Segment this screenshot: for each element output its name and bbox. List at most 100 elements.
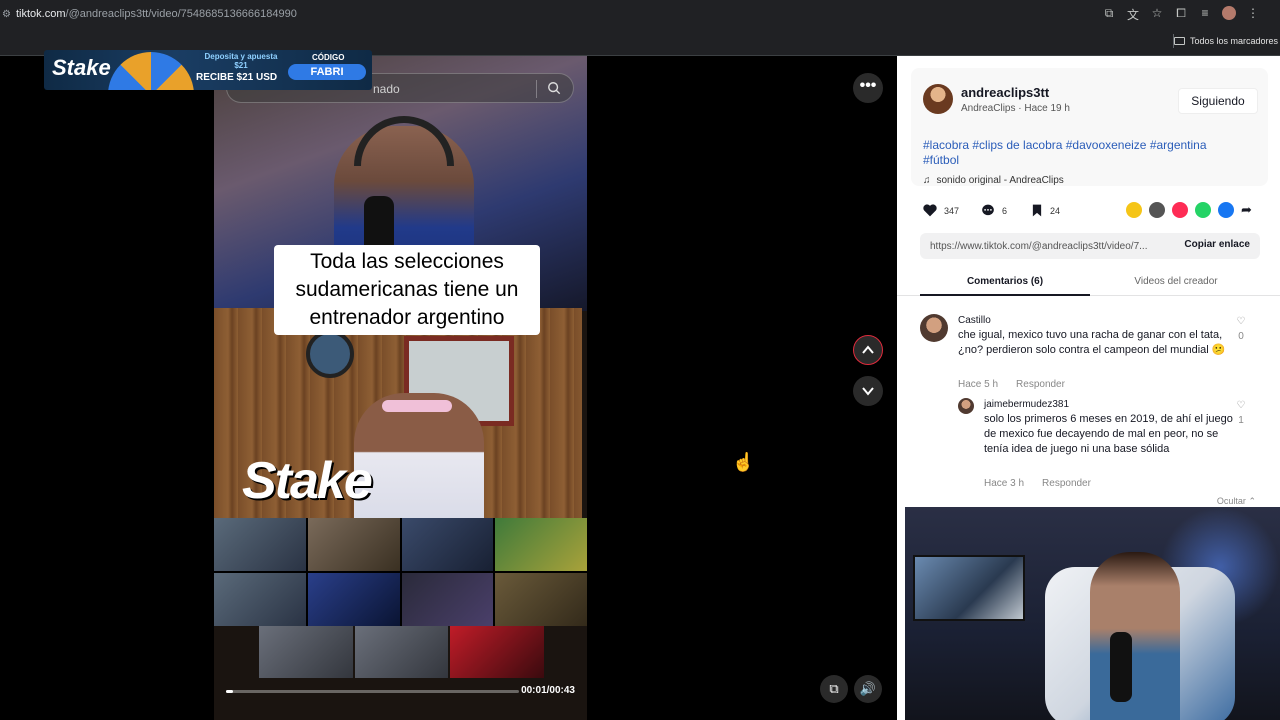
send-icon[interactable] <box>1172 202 1188 218</box>
video-description[interactable]: #lacobra #clips de lacobra #davooxeneize… <box>923 138 1223 168</box>
grid-tile <box>214 518 306 571</box>
extensions-icon[interactable]: ⧠ <box>1174 6 1188 23</box>
ellipsis-icon: ••• <box>859 77 877 94</box>
like-action[interactable]: 347 <box>923 204 959 217</box>
search-divider <box>536 80 537 98</box>
comment-footer: Hace 5 h Responder <box>958 377 1065 392</box>
url-text[interactable]: tiktok.com/@andreaclips3tt/video/7548685… <box>16 8 297 20</box>
ad-bonus-text: RECIBE $21 USD <box>196 72 278 83</box>
reply-avatar[interactable] <box>958 398 974 414</box>
next-video-button[interactable] <box>853 376 883 406</box>
creator-avatar[interactable] <box>923 84 953 114</box>
reply-like[interactable]: ♡ 1 <box>1234 398 1248 428</box>
progress-fill <box>226 690 233 693</box>
webcam-poster <box>913 555 1025 621</box>
more-options-button[interactable]: ••• <box>853 73 883 103</box>
repost-icon[interactable] <box>1126 202 1142 218</box>
reading-list-icon[interactable]: ≡ <box>1198 6 1212 23</box>
comment-heart-icon: ♡ <box>1236 316 1246 327</box>
video-player[interactable]: Toda las selecciones sudamericanas tiene… <box>214 56 587 720</box>
comment-icon <box>982 204 994 216</box>
ad-code: FABRI <box>288 64 366 80</box>
url-host: tiktok.com <box>16 8 66 20</box>
facebook-icon[interactable] <box>1218 202 1234 218</box>
webcam-overlay <box>905 507 1280 720</box>
tab-creator-videos[interactable]: Videos del creador <box>1091 276 1261 287</box>
translate-icon[interactable]: 文 <box>1126 6 1140 23</box>
headset-shape <box>354 116 454 166</box>
grid-tile <box>307 518 400 571</box>
bookmark-star-icon[interactable]: ☆ <box>1150 6 1164 23</box>
sound-label: sonido original - AndreaClips <box>936 175 1064 186</box>
save-action[interactable]: 24 <box>1031 204 1060 217</box>
wall-clock <box>306 330 354 378</box>
volume-button[interactable]: 🔊 <box>854 675 882 703</box>
creator-card: andreaclips3tt AndreaClips · Hace 19 h S… <box>911 68 1268 186</box>
music-note-icon: ♫ <box>923 175 931 186</box>
address-bar[interactable]: ⚙ tiktok.com/@andreaclips3tt/video/75486… <box>0 0 1280 28</box>
engagement-bar: 347 6 24 ➦ <box>923 202 1257 222</box>
video-caption: Toda las selecciones sudamericanas tiene… <box>274 245 540 335</box>
headband-shape <box>382 400 452 412</box>
reply-time: Hace 3 h <box>984 478 1025 489</box>
stake-ad-banner[interactable]: Stake Deposita y apuesta $21 RECIBE $21 … <box>44 50 372 90</box>
comment-action[interactable]: 6 <box>981 204 1007 217</box>
hide-label: Ocultar <box>1216 496 1246 506</box>
grid-tile <box>354 626 449 678</box>
ad-code-label: CÓDIGO <box>312 53 345 62</box>
streamer-grid-bottom <box>259 626 545 678</box>
webcam-microphone <box>1110 632 1132 702</box>
floating-player-button[interactable]: ⧉ <box>820 675 848 703</box>
comment-like-count: 0 <box>1238 331 1244 342</box>
embed-icon[interactable] <box>1149 202 1165 218</box>
webcam-streamer <box>1090 552 1180 720</box>
reply-username[interactable]: jaimebermudez381 <box>984 397 1069 412</box>
sound-link[interactable]: ♫ sonido original - AndreaClips <box>923 175 1064 186</box>
reply-text: solo los primeros 6 meses en 2019, de ah… <box>984 413 1233 455</box>
video-progress: 00:01/00:43 <box>214 676 587 704</box>
reply-item: jaimebermudez381 solo los primeros 6 mes… <box>958 397 1260 491</box>
hand-cursor-icon: ☝ <box>732 452 755 472</box>
reply-like-count: 1 <box>1238 415 1244 426</box>
tab-comments[interactable]: Comentarios (6) <box>920 276 1090 296</box>
chevron-down-icon <box>862 387 874 396</box>
comment-avatar[interactable] <box>920 314 948 342</box>
search-input[interactable]: nado <box>373 82 400 96</box>
reply-reply-button[interactable]: Responder <box>1042 476 1091 491</box>
chevron-up-small-icon: ⌃ <box>1248 496 1256 506</box>
all-bookmarks-button[interactable]: Todos los marcadores <box>1173 36 1278 46</box>
grid-tile <box>495 573 587 626</box>
browser-menu-icon[interactable]: ⋮ <box>1246 6 1260 23</box>
whatsapp-icon[interactable] <box>1195 202 1211 218</box>
comment-text: che igual, mexico tuvo una racha de gana… <box>958 329 1226 356</box>
search-icon[interactable] <box>547 81 561 95</box>
following-button[interactable]: Siguiendo <box>1178 88 1258 114</box>
video-time: 00:01/00:43 <box>521 685 575 696</box>
video-link-url[interactable]: https://www.tiktok.com/@andreaclips3tt/v… <box>930 241 1147 252</box>
streamer-grid <box>214 518 587 626</box>
creator-username[interactable]: andreaclips3tt <box>961 85 1049 100</box>
reply-button[interactable]: Responder <box>1016 377 1065 392</box>
install-app-icon[interactable]: ⧉ <box>1102 6 1116 23</box>
folder-icon <box>1173 37 1185 45</box>
video-stage: Toda las selecciones sudamericanas tiene… <box>0 50 897 720</box>
comment-username[interactable]: Castillo <box>958 313 991 328</box>
previous-video-button[interactable] <box>853 335 883 365</box>
speaker-icon: 🔊 <box>859 681 877 696</box>
grid-tile <box>214 573 306 626</box>
heart-icon <box>923 204 937 217</box>
grid-tile <box>401 573 494 626</box>
reply-footer: Hace 3 h Responder <box>984 476 1091 491</box>
comment-like[interactable]: ♡ 0 <box>1234 314 1248 344</box>
second-streamer-figure <box>354 393 484 523</box>
grid-tile <box>259 626 353 678</box>
ad-deposit-text: Deposita y apuesta $21 <box>204 52 278 70</box>
copy-link-button[interactable]: Copiar enlace <box>1184 239 1250 250</box>
hide-replies-button[interactable]: Ocultar ⌃ <box>1217 496 1256 507</box>
profile-avatar[interactable] <box>1222 6 1236 20</box>
progress-track[interactable] <box>226 690 519 693</box>
ad-brand: Stake <box>52 55 111 80</box>
url-path: /@andreaclips3tt/video/75486851366661849… <box>65 8 297 20</box>
share-arrow-icon[interactable]: ➦ <box>1241 202 1257 218</box>
site-info-icon[interactable]: ⚙ <box>2 9 16 20</box>
